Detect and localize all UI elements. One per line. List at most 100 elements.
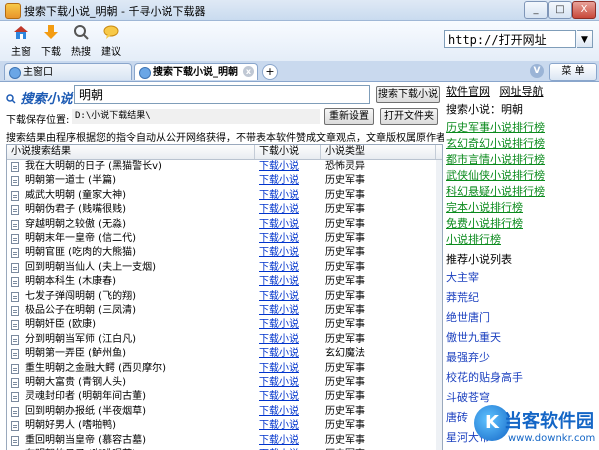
recommended-novel-link[interactable]: 傲世九重天 [446,328,596,348]
search-input[interactable]: 明朝 [74,85,370,104]
recommended-novel-link[interactable]: 最强弃少 [446,348,596,368]
novel-type: 历史军事 [325,434,365,446]
menu-button[interactable]: 菜 单 [549,63,597,81]
watermark-url: www.downkr.com [508,433,596,444]
tab-main-window[interactable]: 主窗口 [4,63,132,80]
table-row[interactable]: 明朝第一弄臣 (鲈州鱼) 下载小说 玄幻魔法 [7,347,442,361]
novel-type: 恐怖灵异 [325,161,365,172]
table-row[interactable]: 分到明朝当军师 (江白凡) 下载小说 历史军事 [7,333,442,347]
recommended-novel-link[interactable]: 莽荒纪 [446,288,596,308]
reset-button[interactable]: 重新设置 [324,108,374,125]
minimize-button[interactable]: _ [524,1,548,19]
download-link[interactable]: 下载小说 [259,304,319,318]
download-link[interactable]: 下载小说 [259,347,319,361]
download-link[interactable]: 下载小说 [259,174,319,188]
header-title[interactable]: 小说搜索结果 [7,145,255,159]
download-link[interactable]: 下载小说 [259,362,319,376]
rank-link[interactable]: 玄幻奇幻小说排行榜 [446,136,596,152]
recommended-novel-link[interactable]: 大主宰 [446,268,596,288]
download-link[interactable]: 下载小说 [259,246,319,260]
file-icon [11,349,19,360]
watermark-name: 当客软件园 [504,411,594,432]
novel-title: 穿越明朝之较傲 (无淼) [25,218,126,230]
download-link[interactable]: 下载小说 [259,275,319,289]
table-row[interactable]: 极品公子在明朝 (三凤清) 下载小说 历史军事 [7,304,442,318]
table-row[interactable]: 回到明朝办报纸 (半夜烟草) 下载小说 历史军事 [7,405,442,419]
official-site-link[interactable]: 软件官网 [446,85,490,98]
download-link[interactable]: 下载小说 [259,189,319,203]
table-row[interactable]: 穿越明朝之较傲 (无淼) 下载小说 历史军事 [7,218,442,232]
novel-type: 历史军事 [325,290,365,302]
rank-link[interactable]: 完本小说排行榜 [446,200,596,216]
rank-link[interactable]: 历史军事小说排行榜 [446,120,596,136]
novel-title: 明朝官匪 (吃肉的大熊猫) [25,247,136,259]
search-download-button[interactable]: 搜索下载小说 [376,86,440,103]
rank-link[interactable]: 都市言情小说排行榜 [446,152,596,168]
table-row[interactable]: 明朝大富贵 (青钢人头) 下载小说 历史军事 [7,376,442,390]
file-icon [11,363,19,374]
download-link[interactable]: 下载小说 [259,318,319,332]
download-link[interactable]: 下载小说 [259,405,319,419]
table-row[interactable]: 重生明朝之金融大鳄 (西贝摩尔) 下载小说 历史军事 [7,362,442,376]
table-row[interactable]: 明朝好男人 (嗜啪鸭) 下载小说 历史军事 [7,419,442,433]
web-nav-link[interactable]: 网址导航 [500,85,544,98]
download-link[interactable]: 下载小说 [259,390,319,404]
recommended-novel-link[interactable]: 校花的贴身高手 [446,368,596,388]
header-type[interactable]: 小说类型 [321,145,436,159]
recommended-novel-link[interactable]: 绝世唐门 [446,308,596,328]
download-link[interactable]: 下载小说 [259,160,319,174]
download-link[interactable]: 下载小说 [259,232,319,246]
search-status: 搜索小说：明朝 [446,103,523,116]
table-row[interactable]: 明朝奸臣 (欧康) 下载小说 历史军事 [7,318,442,332]
table-row[interactable]: 回到明朝当仙人 (夫上一支烟) 下载小说 历史军事 [7,261,442,275]
suggestion-button[interactable]: 建议 [94,23,128,58]
table-row[interactable]: 明朝本科生 (木康春) 下载小说 历史军事 [7,275,442,289]
rank-link[interactable]: 武侠仙侠小说排行榜 [446,168,596,184]
hot-search-button[interactable]: 热搜 [64,23,98,58]
download-link[interactable]: 下载小说 [259,290,319,304]
download-link[interactable]: 下载小说 [259,376,319,390]
novel-title: 回到明朝当仙人 (夫上一支烟) [25,261,156,273]
open-folder-button[interactable]: 打开文件夹 [380,108,438,125]
header-download[interactable]: 下载小说 [255,145,321,159]
rank-link[interactable]: 小说排行榜 [446,232,596,248]
table-row[interactable]: 明朝末年一皇帝 (信二代) 下载小说 历史军事 [7,232,442,246]
table-row[interactable]: 威武大明朝 (童家大神) 下载小说 历史军事 [7,189,442,203]
table-scrollbar[interactable] [436,160,442,450]
url-dropdown-button[interactable]: ▼ [577,30,593,48]
novel-type: 历史军事 [325,276,365,288]
v-button[interactable]: V [530,64,544,78]
tab-bar: 主窗口 搜索下载小说_明朝 x + V 菜 单 [0,61,599,82]
download-link[interactable]: 下载小说 [259,434,319,448]
table-row[interactable]: 我在大明朝的日子 (黑猫警长v) 下载小说 恐怖灵异 [7,160,442,174]
tab-close-icon[interactable]: x [243,66,254,77]
home-button[interactable]: 主窗 [4,23,38,58]
hot-search-icon [74,25,89,40]
table-row[interactable]: 明朝官匪 (吃肉的大熊猫) 下载小说 历史军事 [7,246,442,260]
toolbar: 主窗 下载 热搜 建议 http://打开网址 ▼ [0,21,599,62]
download-link[interactable]: 下载小说 [259,333,319,347]
table-row[interactable]: 重回明朝当皇帝 (慕容古墓) 下载小说 历史军事 [7,434,442,448]
table-row[interactable]: 灵魂封印者 (明朝年间古董) 下载小说 历史军事 [7,390,442,404]
download-link[interactable]: 下载小说 [259,203,319,217]
rank-link[interactable]: 免费小说排行榜 [446,216,596,232]
close-button[interactable]: X [572,1,596,19]
search-novel-label: 搜索小说 [6,88,73,107]
recommend-title: 推荐小说列表 [446,253,512,266]
download-link[interactable]: 下载小说 [259,261,319,275]
rank-link[interactable]: 科幻悬疑小说排行榜 [446,184,596,200]
novel-title: 极品公子在明朝 (三凤清) [25,305,136,316]
table-row[interactable]: 明朝第一道士 (半篇) 下载小说 历史军事 [7,174,442,188]
download-button[interactable]: 下载 [34,23,68,58]
download-link[interactable]: 下载小说 [259,419,319,433]
url-input[interactable]: http://打开网址 [444,30,576,48]
table-row[interactable]: 七发子弹闯明朝 (飞的翔) 下载小说 历史军事 [7,290,442,304]
table-row[interactable]: 明朝伪君子 (贱嘴很贱) 下载小说 历史军事 [7,203,442,217]
novel-type: 历史军事 [325,247,365,259]
download-link[interactable]: 下载小说 [259,218,319,232]
file-icon [11,320,19,331]
add-tab-button[interactable]: + [262,64,278,80]
tab-search-download[interactable]: 搜索下载小说_明朝 x [134,63,258,80]
maximize-button[interactable]: □ [548,1,572,19]
home-label: 主窗 [11,47,31,58]
